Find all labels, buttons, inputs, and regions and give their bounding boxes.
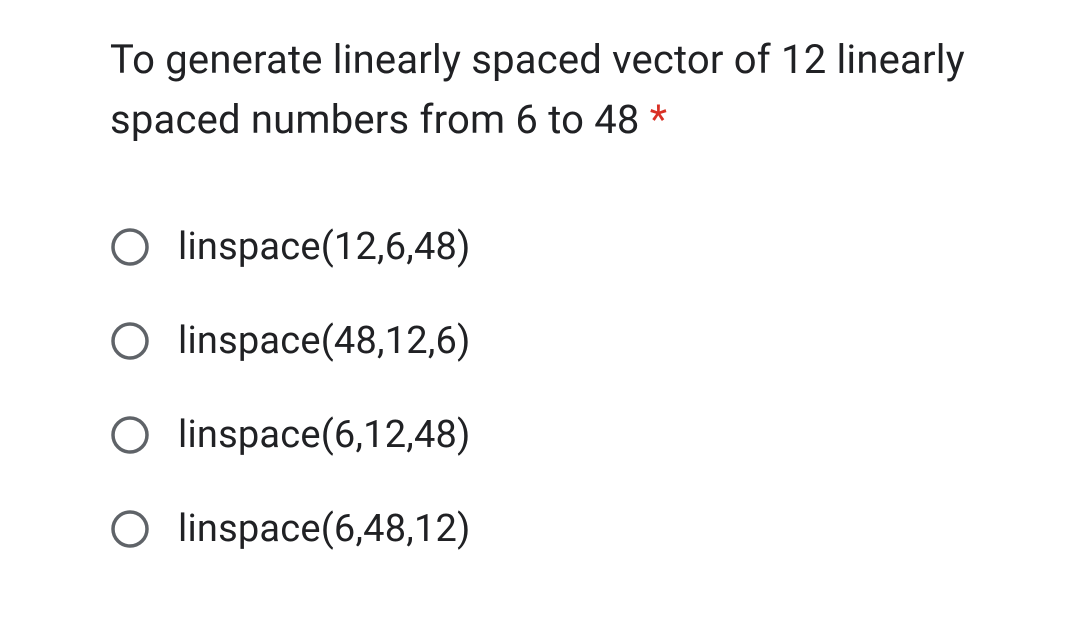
radio-option-2[interactable]: linspace(48,12,6) <box>110 319 980 363</box>
radio-unchecked-icon <box>110 321 150 361</box>
radio-unchecked-icon <box>110 509 150 549</box>
option-label: linspace(6,12,48) <box>178 413 471 457</box>
question-container: To generate linearly spaced vector of 12… <box>110 30 980 551</box>
radio-unchecked-icon <box>110 415 150 455</box>
options-list: linspace(12,6,48) linspace(48,12,6) lins… <box>110 225 980 551</box>
radio-option-1[interactable]: linspace(12,6,48) <box>110 225 980 269</box>
question-text-content: To generate linearly spaced vector of 12… <box>110 36 965 143</box>
radio-unchecked-icon <box>110 227 150 267</box>
radio-option-3[interactable]: linspace(6,12,48) <box>110 413 980 457</box>
option-label: linspace(48,12,6) <box>178 319 471 363</box>
question-text: To generate linearly spaced vector of 12… <box>110 30 980 150</box>
required-asterisk: * <box>650 96 667 143</box>
option-label: linspace(6,48,12) <box>178 507 471 551</box>
radio-option-4[interactable]: linspace(6,48,12) <box>110 507 980 551</box>
option-label: linspace(12,6,48) <box>178 225 471 269</box>
